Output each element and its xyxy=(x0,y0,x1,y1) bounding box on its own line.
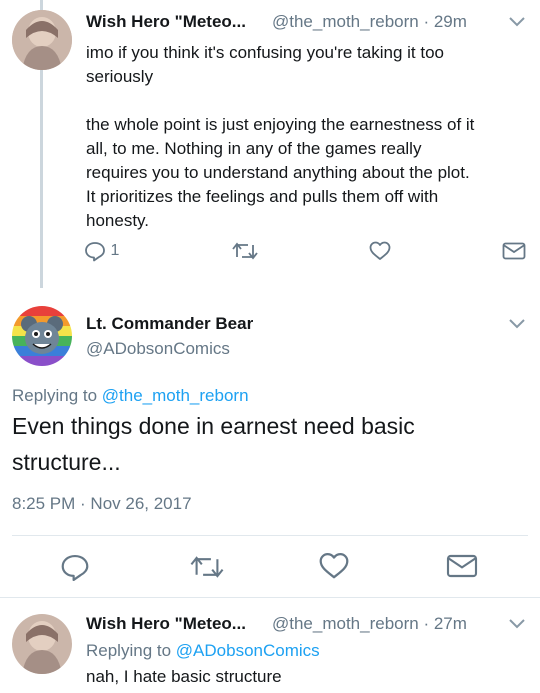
divider xyxy=(0,597,540,598)
replying-handle-link[interactable]: @the_moth_reborn xyxy=(102,386,249,405)
replying-prefix: Replying to xyxy=(12,386,98,405)
text-line: structure... xyxy=(12,449,121,475)
author-name[interactable]: Wish Hero "Meteo... xyxy=(86,614,246,634)
chevron-down-icon[interactable] xyxy=(508,618,526,630)
text-line: all, to me. Nothing in any of the games … xyxy=(86,139,422,158)
message-icon[interactable] xyxy=(446,554,478,578)
retweet-icon[interactable] xyxy=(190,554,224,580)
reply-icon[interactable] xyxy=(60,552,90,582)
like-icon[interactable] xyxy=(318,552,350,580)
avatar[interactable] xyxy=(12,614,72,674)
author-handle[interactable]: @the_moth_reborn · 27m xyxy=(272,614,467,634)
text-line: Even things done in earnest need basic xyxy=(12,413,415,439)
replying-prefix: Replying to xyxy=(86,641,172,660)
text-line: the whole point is just enjoying the ear… xyxy=(86,115,475,134)
reply-count: 1 xyxy=(110,242,120,259)
reply-button[interactable]: 1 xyxy=(84,240,119,262)
author-name[interactable]: Wish Hero "Meteo... xyxy=(86,12,246,32)
divider xyxy=(12,535,528,536)
text-line: requires you to understand anything abou… xyxy=(86,163,470,182)
message-icon[interactable] xyxy=(502,242,526,260)
timestamp[interactable]: 8:25 PM · Nov 26, 2017 xyxy=(12,494,192,514)
replying-to: Replying to @ADobsonComics xyxy=(86,641,320,661)
chevron-down-icon[interactable] xyxy=(508,318,526,330)
author-name[interactable]: Lt. Commander Bear xyxy=(86,314,253,334)
text-line: seriously xyxy=(86,67,154,86)
replying-to: Replying to @the_moth_reborn xyxy=(12,386,249,406)
author-handle[interactable]: @the_moth_reborn · 29m xyxy=(272,12,467,32)
like-icon[interactable] xyxy=(369,241,391,261)
author-handle[interactable]: @ADobsonComics xyxy=(86,339,230,359)
handle-text[interactable]: @the_moth_reborn xyxy=(272,614,419,633)
replying-handle-link[interactable]: @ADobsonComics xyxy=(176,641,320,660)
reply-icon xyxy=(85,242,105,262)
tweet-text: imo if you think it's confusing you're t… xyxy=(86,41,526,233)
tweet-text: nah, I hate basic structure xyxy=(86,667,282,686)
text-line: It prioritizes the feelings and pulls th… xyxy=(86,187,439,206)
handle-text[interactable]: @the_moth_reborn xyxy=(272,12,419,31)
relative-time: · 29m xyxy=(423,12,467,31)
avatar[interactable] xyxy=(12,306,72,366)
text-line: imo if you think it's confusing you're t… xyxy=(86,43,445,62)
retweet-icon[interactable] xyxy=(232,241,258,261)
chevron-down-icon[interactable] xyxy=(508,16,526,28)
tweet-text: Even things done in earnest need basic s… xyxy=(12,408,522,480)
relative-time: · 27m xyxy=(423,614,467,633)
avatar[interactable] xyxy=(12,10,72,70)
text-line: honesty. xyxy=(86,211,150,230)
